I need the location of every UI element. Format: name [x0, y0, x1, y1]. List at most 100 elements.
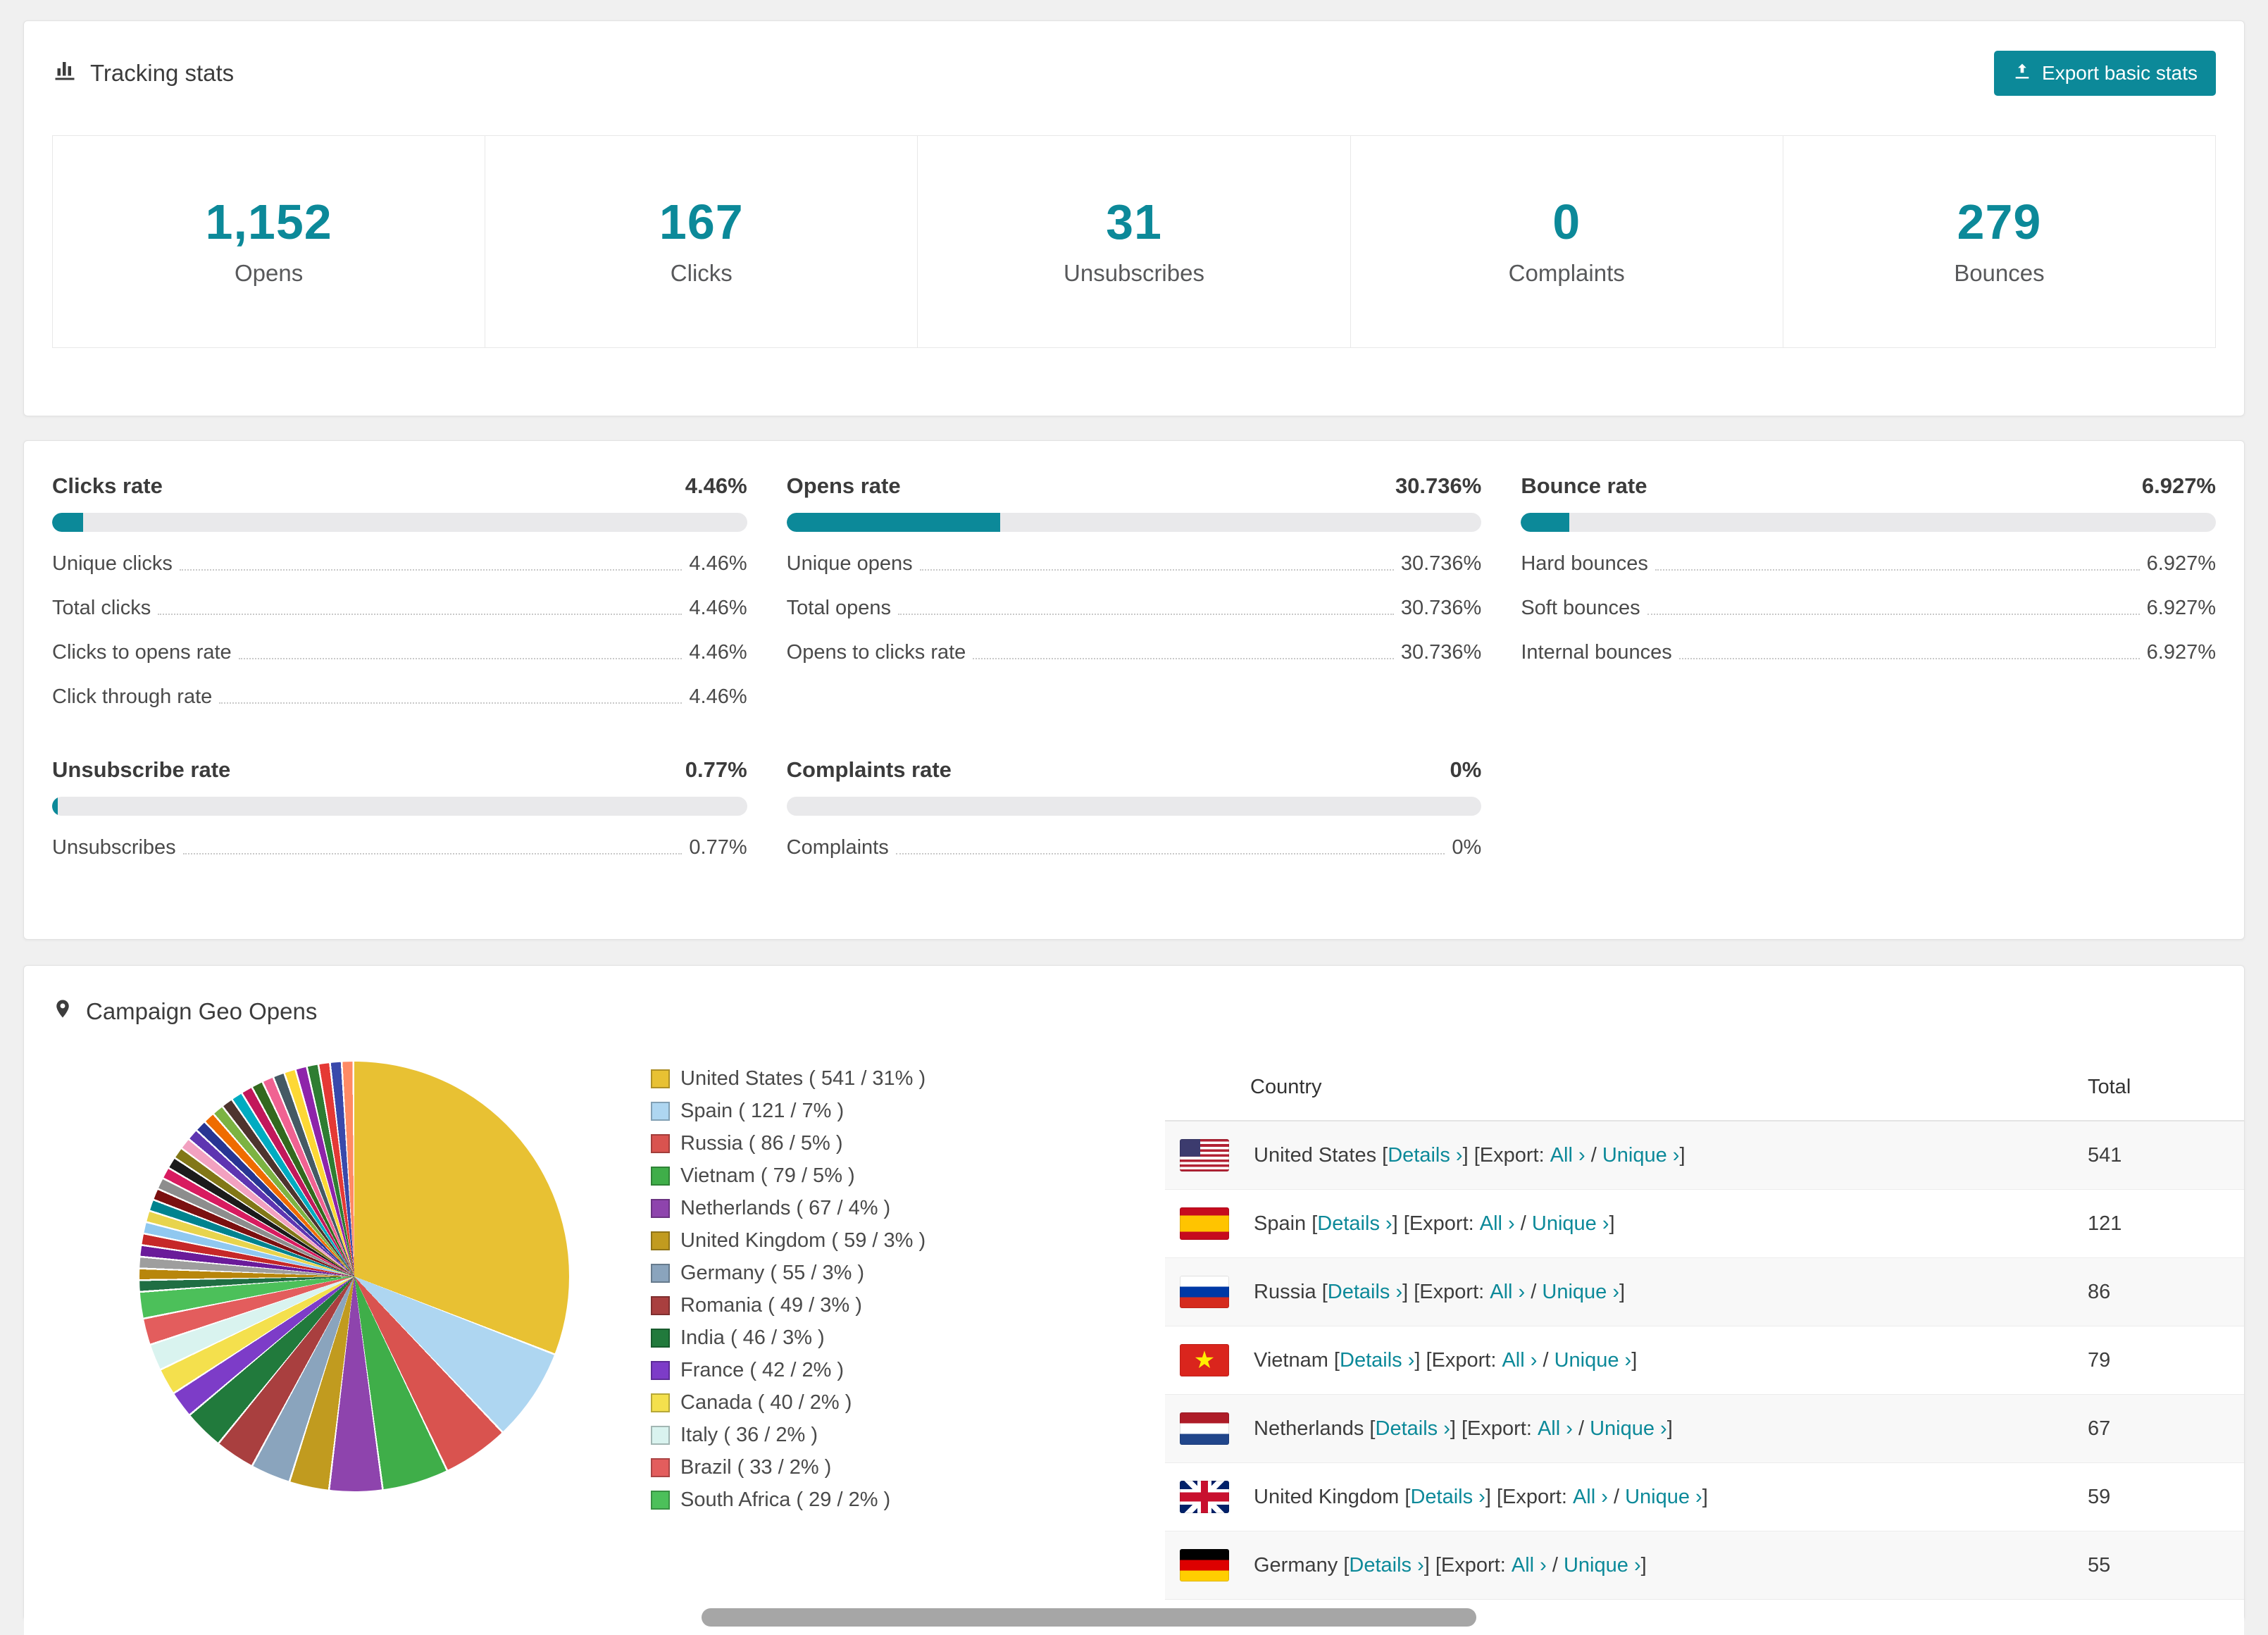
export-all-link[interactable]: All › [1538, 1417, 1573, 1441]
legend-label: United Kingdom ( 59 / 3% ) [680, 1229, 926, 1252]
export-unique-link[interactable]: Unique › [1542, 1281, 1619, 1304]
rate-metric-list: Hard bounces 6.927% Soft bounces 6.927% … [1521, 542, 2216, 675]
country-cell: Netherlands [Details ›] [Export: All › /… [1254, 1417, 1673, 1441]
country-flag [1180, 1344, 1229, 1376]
legend-item: Germany ( 55 / 3% ) [651, 1262, 926, 1285]
horizontal-scrollbar-thumb[interactable] [702, 1608, 1476, 1627]
rate-title: Bounce rate [1521, 473, 1647, 498]
export-all-link[interactable]: All › [1490, 1281, 1525, 1304]
details-link[interactable]: Details › [1388, 1144, 1462, 1167]
legend-label: Spain ( 121 / 7% ) [680, 1100, 845, 1122]
legend-label: India ( 46 / 3% ) [680, 1326, 825, 1349]
metric-row: Click through rate 4.46% [52, 675, 747, 719]
rate-header: Unsubscribe rate 0.77% [52, 757, 747, 783]
legend-color-swatch [651, 1393, 670, 1412]
table-row: United Kingdom [Details ›] [Export: All … [1165, 1463, 2244, 1531]
total-column-header: Total [2088, 1076, 2131, 1098]
dotted-leader [182, 853, 683, 854]
metric-label: Unique clicks [52, 552, 173, 575]
metric-row: Opens to clicks rate 30.736% [787, 630, 1482, 675]
rate-title: Opens rate [786, 473, 901, 498]
metric-value: 30.736% [1400, 597, 1482, 619]
geo-pie-chart [139, 1062, 569, 1491]
dotted-leader [158, 614, 683, 615]
legend-label: Brazil ( 33 / 2% ) [680, 1456, 832, 1479]
details-link[interactable]: Details › [1410, 1486, 1485, 1509]
details-link[interactable]: Details › [1328, 1281, 1402, 1304]
metric-value: 4.46% [689, 641, 747, 664]
export-all-link[interactable]: All › [1550, 1144, 1585, 1167]
legend-label: South Africa ( 29 / 2% ) [680, 1488, 891, 1511]
legend-label: France ( 42 / 2% ) [680, 1359, 845, 1381]
progress-bar [52, 797, 747, 816]
legend-item: India ( 46 / 3% ) [651, 1326, 926, 1350]
stat-cell: 0 Complaints [1351, 136, 1783, 347]
export-all-link[interactable]: All › [1512, 1554, 1547, 1577]
legend-color-swatch [651, 1296, 670, 1315]
dotted-leader [179, 569, 683, 571]
country-flag [1180, 1549, 1229, 1581]
rate-metric-list: Unsubscribes 0.77% [52, 826, 747, 870]
geo-table-rows: United States [Details ›] [Export: All ›… [1165, 1121, 2244, 1600]
export-all-link[interactable]: All › [1480, 1212, 1515, 1236]
legend-color-swatch [651, 1102, 670, 1121]
export-basic-stats-button[interactable]: Export basic stats [1994, 51, 2216, 96]
tracking-stats-title: Tracking stats [90, 60, 235, 86]
country-total: 59 [2088, 1485, 2111, 1508]
details-link[interactable]: Details › [1340, 1349, 1414, 1372]
progress-bar-fill [52, 513, 83, 532]
rate-metric-list: Unique clicks 4.46% Total clicks 4.46% C… [52, 542, 747, 719]
metric-label: Unique opens [786, 552, 913, 575]
rate-header: Complaints rate 0% [787, 757, 1482, 783]
dotted-leader [895, 853, 1445, 854]
metric-value: 30.736% [1400, 552, 1482, 575]
metric-row: Clicks to opens rate 4.46% [52, 630, 747, 675]
geo-opens-header: Campaign Geo Opens [24, 966, 2244, 1028]
export-unique-link[interactable]: Unique › [1602, 1144, 1680, 1167]
country-flag [1180, 1276, 1229, 1308]
details-link[interactable]: Details › [1349, 1554, 1423, 1577]
dotted-leader [219, 702, 683, 704]
geo-pie-legend: United States ( 541 / 31% ) Spain ( 121 … [651, 1067, 926, 1521]
stats-summary-row: 1,152 Opens 167 Clicks 31 Unsubscribes 0… [52, 135, 2216, 348]
export-unique-link[interactable]: Unique › [1564, 1554, 1641, 1577]
table-row: United States [Details ›] [Export: All ›… [1165, 1121, 2244, 1190]
export-unique-link[interactable]: Unique › [1554, 1349, 1632, 1372]
country-total: 79 [2088, 1348, 2111, 1372]
dotted-leader [919, 569, 1394, 571]
metric-label: Click through rate [52, 685, 213, 708]
rate-block: Unsubscribe rate 0.77% Unsubscribes 0.77… [52, 757, 747, 870]
country-flag [1180, 1412, 1229, 1445]
country-cell: Spain [Details ›] [Export: All › / Uniqu… [1254, 1212, 1615, 1236]
export-all-link[interactable]: All › [1573, 1486, 1608, 1509]
stat-value: 31 [1106, 194, 1162, 249]
stat-cell: 279 Bounces [1783, 136, 2215, 347]
export-unique-link[interactable]: Unique › [1590, 1417, 1667, 1441]
country-name: United States [1254, 1143, 1377, 1167]
progress-bar [786, 797, 1482, 816]
rate-block: Complaints rate 0% Complaints 0% [786, 757, 1482, 870]
details-link[interactable]: Details › [1317, 1212, 1392, 1236]
export-unique-link[interactable]: Unique › [1532, 1212, 1609, 1236]
legend-item: South Africa ( 29 / 2% ) [651, 1488, 926, 1512]
stat-value: 167 [659, 194, 744, 249]
metric-value: 4.46% [689, 685, 747, 708]
details-link[interactable]: Details › [1376, 1417, 1450, 1441]
rate-percentage: 30.736% [1395, 473, 1482, 498]
stat-cell: 1,152 Opens [53, 136, 486, 347]
legend-color-swatch [651, 1069, 670, 1088]
metric-value: 0.77% [689, 836, 747, 859]
geo-table-header: Country Total [1165, 1052, 2244, 1121]
metric-label: Unsubscribes [52, 836, 176, 859]
metric-label: Opens to clicks rate [786, 641, 966, 664]
export-basic-stats-label: Export basic stats [2042, 62, 2198, 84]
dotted-leader [1647, 614, 2140, 615]
metric-value: 6.927% [2146, 641, 2216, 664]
export-unique-link[interactable]: Unique › [1625, 1486, 1702, 1509]
rate-metric-list: Complaints 0% [787, 826, 1482, 870]
stat-label: Complaints [1508, 260, 1625, 286]
table-row: Spain [Details ›] [Export: All › / Uniqu… [1165, 1190, 2244, 1258]
metric-row: Total clicks 4.46% [52, 586, 747, 630]
legend-color-swatch [651, 1167, 670, 1186]
export-all-link[interactable]: All › [1502, 1349, 1537, 1372]
